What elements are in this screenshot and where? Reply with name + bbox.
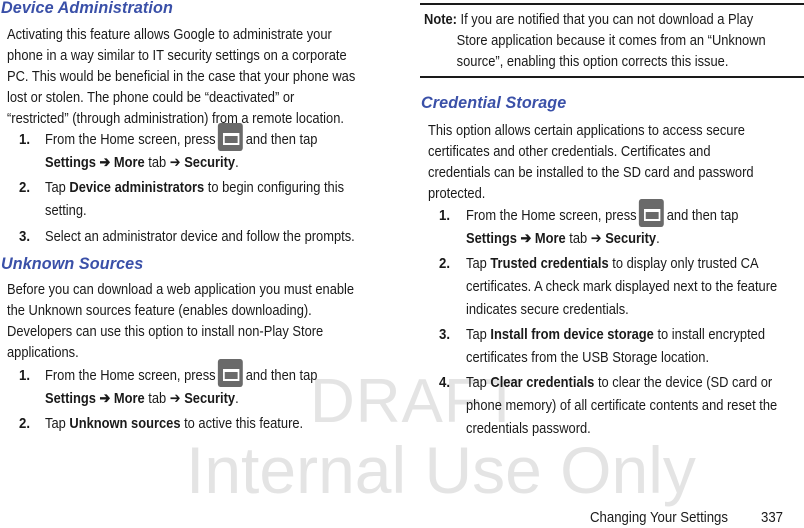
note-box: Note: If you are notified that you can n… xyxy=(424,9,766,72)
step-number: 2. xyxy=(19,415,31,432)
paragraph-line: the Unknown sources feature (enables dow… xyxy=(7,302,312,319)
step-text: certificates. A check mark displayed nex… xyxy=(466,278,778,295)
footer-section-title: Changing Your Settings xyxy=(590,509,728,526)
step-text: to display only trusted CA xyxy=(608,255,759,272)
step-number: 3. xyxy=(439,326,451,343)
step-text: certificates from the USB Storage locati… xyxy=(466,349,710,366)
step-bold: Device administrators xyxy=(69,179,205,196)
paragraph-line: credentials can be installed to the SD c… xyxy=(428,164,754,181)
heading-credential-storage: Credential Storage xyxy=(421,93,567,112)
paragraph-line: Activating this feature allows Google to… xyxy=(7,26,332,43)
step-text: and then tap xyxy=(245,131,318,148)
step-number: 1. xyxy=(439,207,451,224)
step-text: . xyxy=(235,390,239,408)
watermark-internal-use: Internal Use Only xyxy=(186,433,696,507)
step-bold: Trusted credentials xyxy=(490,255,609,272)
step-text: Tap xyxy=(466,326,491,343)
note-top-rule xyxy=(420,3,804,5)
paragraph-line: PC. This would be beneficial in the case… xyxy=(7,68,356,85)
step-bold: Settings ➔ More xyxy=(466,230,566,248)
step-number: 2. xyxy=(19,179,31,196)
step-bold: Settings ➔ More xyxy=(45,154,145,172)
step-text: phone memory) of all certificate content… xyxy=(466,397,778,414)
step-bold: Security xyxy=(184,154,236,172)
paragraph-line: “restricted” (through administration) fr… xyxy=(7,110,344,127)
step-bold: Clear credentials xyxy=(490,374,595,391)
step-text: indicates secure credentials. xyxy=(466,301,629,318)
step-number: 1. xyxy=(19,367,31,384)
step-text: From the Home screen, press xyxy=(466,207,637,224)
step-bold: Security xyxy=(605,230,657,248)
note-text: Store application because it comes from … xyxy=(456,32,766,49)
step-text: and then tap xyxy=(245,367,318,384)
note-label: Note: xyxy=(424,11,457,28)
page-number: 337 xyxy=(761,509,784,526)
step-text: to install encrypted xyxy=(653,326,766,343)
step-number: 2. xyxy=(439,255,451,272)
paragraph-line: Developers can use this option to instal… xyxy=(7,323,324,340)
step-text: tab ➔ xyxy=(144,154,185,172)
menu-key-icon xyxy=(218,123,244,152)
paragraph-line: certificates and other credentials. Cert… xyxy=(428,143,711,160)
step-bold: Install from device storage xyxy=(490,326,654,343)
step-number: 3. xyxy=(19,228,31,245)
note-bottom-rule xyxy=(420,76,804,78)
paragraph-line: This option allows certain applications … xyxy=(428,122,745,139)
menu-key-icon xyxy=(218,359,244,388)
step-text: and then tap xyxy=(666,207,739,224)
paragraph-line: lost or stolen. The phone could be “deac… xyxy=(7,89,295,106)
step-text: tab ➔ xyxy=(144,390,185,408)
menu-key-icon xyxy=(639,199,665,228)
heading-device-administration: Device Administration xyxy=(1,0,173,17)
step-text: Tap xyxy=(45,179,70,196)
step-text: to active this feature. xyxy=(180,415,304,432)
step-text: setting. xyxy=(45,202,87,219)
step-text: . xyxy=(235,154,239,172)
credential-storage-paragraph: This option allows certain applications … xyxy=(428,120,754,204)
step-text: Tap xyxy=(466,255,491,272)
unknown-sources-paragraph: Before you can download a web applicatio… xyxy=(7,279,354,363)
step-text: Select an administrator device and follo… xyxy=(45,228,355,245)
step-text: From the Home screen, press xyxy=(45,131,216,148)
paragraph-line: phone in a way similar to IT security se… xyxy=(7,47,347,64)
step-text: credentials password. xyxy=(466,420,591,437)
step-text: to begin configuring this xyxy=(204,179,345,196)
device-admin-paragraph: Activating this feature allows Google to… xyxy=(7,24,355,129)
step-bold: Settings ➔ More xyxy=(45,390,145,408)
step-text: . xyxy=(656,230,660,248)
step-number: 4. xyxy=(439,374,451,391)
step-text: Tap xyxy=(466,374,491,391)
heading-unknown-sources: Unknown Sources xyxy=(1,254,144,273)
step-text: Tap xyxy=(45,415,70,432)
paragraph-line: Before you can download a web applicatio… xyxy=(7,281,355,298)
note-text: source”, enabling this option corrects t… xyxy=(456,53,729,70)
step-text: From the Home screen, press xyxy=(45,367,216,384)
step-text: tab ➔ xyxy=(565,230,606,248)
paragraph-line: applications. xyxy=(7,344,79,361)
step-bold: Security xyxy=(184,390,236,408)
paragraph-line: protected. xyxy=(428,185,486,202)
step-number: 1. xyxy=(19,131,31,148)
note-text: If you are notified that you can not dow… xyxy=(456,11,754,28)
step-bold: Unknown sources xyxy=(69,415,181,432)
step-text: to clear the device (SD card or xyxy=(594,374,773,391)
